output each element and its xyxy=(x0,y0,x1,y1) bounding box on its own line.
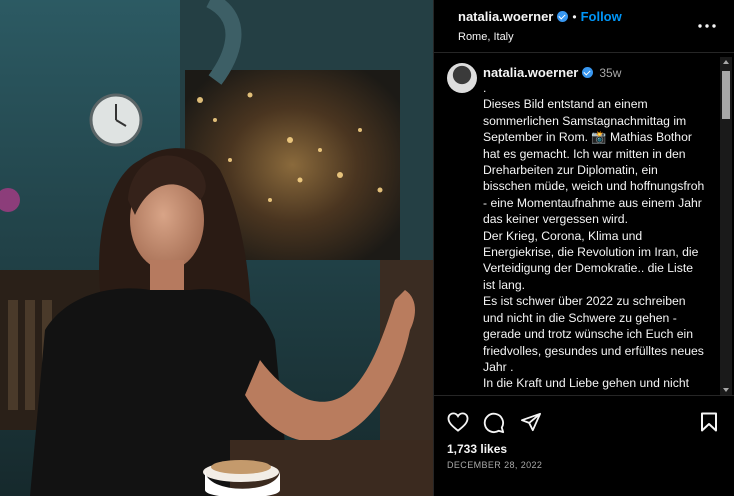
comment-icon[interactable] xyxy=(483,412,505,439)
scrollbar-thumb[interactable] xyxy=(722,71,730,119)
likes-count[interactable]: 1,733 likes xyxy=(447,442,507,456)
verified-badge-icon xyxy=(557,11,569,22)
follow-button[interactable]: Follow xyxy=(581,9,622,24)
verified-badge-icon xyxy=(582,67,594,78)
scrollbar[interactable] xyxy=(720,57,732,395)
share-icon[interactable] xyxy=(520,412,542,437)
post-header: natalia.woerner • Follow Rome, Italy xyxy=(434,0,734,53)
woman-in-cafe-photo xyxy=(0,0,433,496)
post-age[interactable]: 35w xyxy=(599,66,621,80)
caption-username[interactable]: natalia.woerner xyxy=(483,65,578,80)
post-photo[interactable] xyxy=(0,0,433,496)
scroll-up-arrow-icon[interactable] xyxy=(723,60,729,64)
post-location[interactable]: Rome, Italy xyxy=(458,31,734,43)
post-date: DECEMBER 28, 2022 xyxy=(447,460,543,470)
scroll-down-arrow-icon[interactable] xyxy=(723,388,729,392)
caption-text: . Dieses Bild entstand an einem sommerli… xyxy=(483,81,705,391)
separator-dot: • xyxy=(572,10,577,24)
action-bar: 1,733 likes DECEMBER 28, 2022 xyxy=(434,395,734,496)
heart-icon[interactable] xyxy=(447,412,469,437)
author-username[interactable]: natalia.woerner xyxy=(458,9,553,24)
post-details-panel: natalia.woerner • Follow Rome, Italy natal… xyxy=(433,0,734,496)
avatar[interactable] xyxy=(447,63,477,93)
caption-section: natalia.woerner 35w . Dieses Bild entstan… xyxy=(434,53,734,395)
bookmark-icon[interactable] xyxy=(700,412,718,437)
more-options-icon[interactable] xyxy=(698,15,716,33)
